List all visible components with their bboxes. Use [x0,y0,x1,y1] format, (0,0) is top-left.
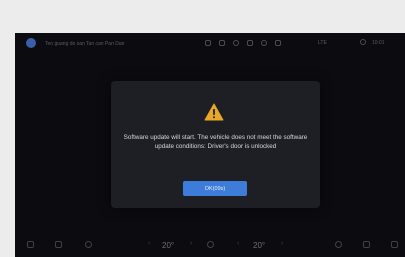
wifi-icon [261,40,267,46]
bluetooth-icon [247,40,253,46]
bottom-dock: ‹ 20° › ‹ 20° › [15,233,405,257]
temp-left[interactable]: 20° [162,241,174,250]
volume-icon[interactable] [363,241,370,248]
status-icons [205,38,281,48]
dashcam-icon [219,40,225,46]
apps-icon[interactable] [55,241,62,248]
fan-icon[interactable] [207,241,214,248]
temp-right-up-icon[interactable]: › [281,240,283,247]
clock: 10:01 [372,40,385,46]
user-icon[interactable] [360,39,366,45]
home-icon[interactable] [27,241,34,248]
camera-icon [205,40,211,46]
power-icon [233,40,239,46]
phone-icon[interactable] [85,241,92,248]
status-bar: Teo guang do san Tan can Pan Dan LTE 10:… [15,33,405,55]
temp-left-up-icon[interactable]: › [190,240,192,247]
settings-icon[interactable] [391,241,398,248]
dialog-message: Software update will start. The vehicle … [123,134,308,150]
vehicle-screen: Teo guang do san Tan can Pan Dan LTE 10:… [15,33,405,257]
seat-icon[interactable] [335,241,342,248]
temp-right[interactable]: 20° [253,241,265,250]
brand-logo-icon [26,38,36,48]
temp-left-down-icon[interactable]: ‹ [148,240,150,247]
temp-right-down-icon[interactable]: ‹ [237,240,239,247]
mute-icon [275,40,281,46]
network-label: LTE [318,40,327,46]
location-label: Teo guang do san Tan can Pan Dan [45,41,125,47]
software-update-dialog: Software update will start. The vehicle … [111,81,320,208]
warning-triangle-icon [204,103,224,121]
ok-button[interactable]: OK(09s) [183,181,247,196]
